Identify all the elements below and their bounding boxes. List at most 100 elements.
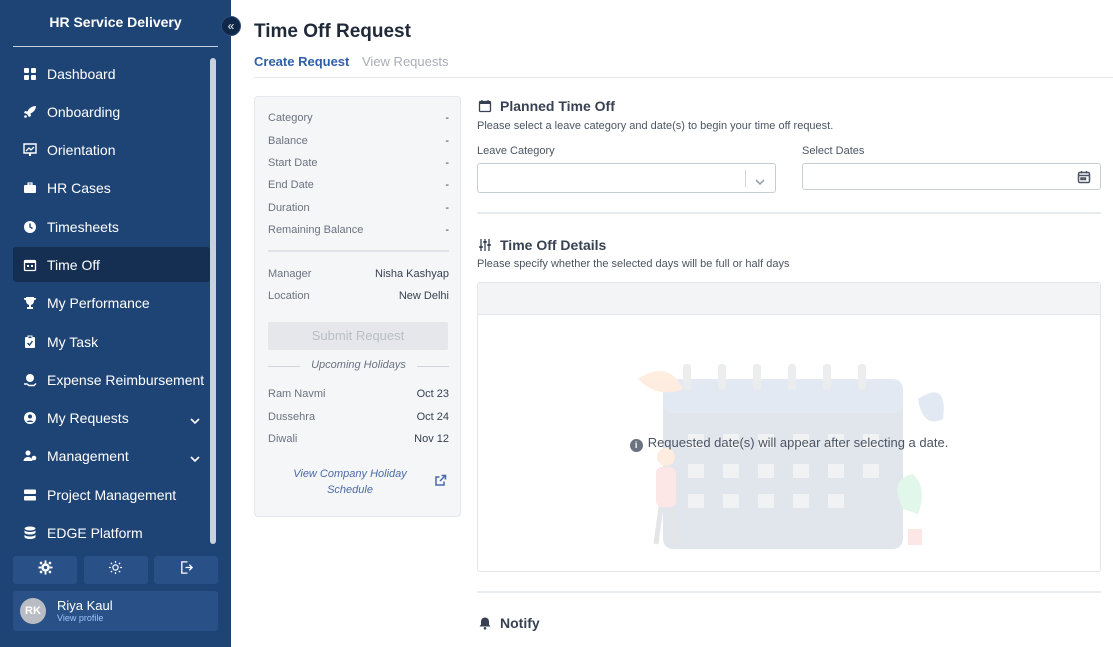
sidebar-item-label: Time Off	[47, 256, 100, 273]
dashboard-icon	[23, 67, 37, 81]
sidebar-scrollbar[interactable]	[210, 58, 216, 544]
sidebar-item-my-task[interactable]: My Task	[13, 324, 210, 359]
summary-divider	[268, 250, 449, 252]
double-chevron-left-icon: «	[227, 19, 235, 33]
summary-row-start-date: Start Date -	[268, 157, 449, 169]
sidebar-item-dashboard[interactable]: Dashboard	[13, 56, 210, 91]
gear-icon	[37, 560, 53, 580]
logout-button[interactable]	[154, 556, 218, 584]
sidebar-item-label: My Performance	[47, 295, 150, 312]
brand-title: HR Service Delivery	[49, 14, 182, 30]
select-separator	[745, 170, 746, 187]
holiday-divider-right	[417, 366, 449, 367]
sidebar-item-timesheets[interactable]: Timesheets	[13, 209, 210, 244]
sidebar-item-my-requests[interactable]: My Requests	[13, 401, 210, 436]
chevron-down-icon	[755, 174, 765, 186]
summary-row-category: Category -	[268, 112, 449, 124]
sliders-icon	[478, 238, 492, 252]
sun-icon	[108, 560, 123, 580]
empty-state-text: Requested date(s) will appear after sele…	[647, 435, 949, 450]
sidebar: HR Service Delivery Dashboard Onboarding…	[0, 0, 231, 647]
chevron-down-icon	[190, 413, 200, 424]
calendar-icon	[478, 99, 492, 113]
sidebar-item-label: Project Management	[47, 486, 177, 503]
sidebar-item-expense-reimbursement[interactable]: Expense Reimbursement	[13, 362, 210, 397]
details-table-header	[478, 283, 1100, 315]
holiday-schedule-link[interactable]: View Company Holiday Schedule	[275, 466, 425, 498]
holiday-row: Dussehra Oct 24	[268, 411, 449, 423]
sidebar-item-time-off[interactable]: Time Off	[13, 247, 210, 283]
bell-icon	[478, 616, 492, 630]
app-root: HR Service Delivery Dashboard Onboarding…	[0, 0, 1113, 647]
user-profile[interactable]: RK Riya Kaul View profile	[13, 591, 218, 631]
clock-icon	[23, 220, 37, 234]
sidebar-item-management[interactable]: Management	[13, 439, 210, 474]
planned-time-off-subtitle: Please select a leave category and date(…	[477, 120, 834, 132]
sidebar-item-label: Dashboard	[47, 65, 116, 82]
trophy-icon	[23, 296, 37, 310]
calendar-icon	[23, 258, 37, 272]
sidebar-toolbar	[13, 556, 218, 584]
summary-row-location: Location New Delhi	[268, 290, 449, 302]
sidebar-item-label: Onboarding	[47, 103, 121, 120]
sidebar-item-label: My Requests	[47, 410, 129, 427]
external-link-icon[interactable]	[434, 474, 447, 487]
planned-time-off-heading: Planned Time Off	[500, 98, 615, 114]
database-icon	[23, 526, 37, 540]
sidebar-item-edge-platform[interactable]: EDGE Platform	[13, 516, 210, 551]
tabs-divider	[254, 77, 1113, 78]
tab-view-requests[interactable]: View Requests	[362, 54, 448, 69]
calendar-icon[interactable]	[1077, 170, 1091, 184]
sidebar-item-onboarding[interactable]: Onboarding	[13, 94, 210, 129]
sidebar-nav: Dashboard Onboarding Orientation HR Case…	[13, 56, 210, 554]
section-divider	[477, 212, 1101, 214]
main-content: Time Off Request Create Request View Req…	[231, 0, 1113, 647]
time-off-details-table: i Requested date(s) will appear after sel…	[477, 282, 1101, 572]
chart-board-icon	[23, 143, 37, 157]
sidebar-item-hr-cases[interactable]: HR Cases	[13, 171, 210, 206]
theme-toggle-button[interactable]	[83, 556, 148, 584]
leave-category-label: Leave Category	[477, 145, 555, 157]
settings-button[interactable]	[13, 556, 77, 584]
summary-row-duration: Duration -	[268, 202, 449, 214]
tab-create-request[interactable]: Create Request	[254, 54, 349, 69]
avatar: RK	[20, 598, 46, 624]
submit-request-button[interactable]: Submit Request	[268, 322, 448, 350]
sidebar-item-label: EDGE Platform	[47, 525, 143, 542]
sidebar-item-project-management[interactable]: Project Management	[13, 477, 210, 512]
holiday-row: Diwali Nov 12	[268, 433, 449, 445]
briefcase-icon	[23, 181, 37, 195]
logout-icon	[179, 560, 194, 580]
time-off-details-subtitle: Please specify whether the selected days…	[477, 258, 790, 270]
empty-state-message: i Requested date(s) will appear after sel…	[478, 435, 1100, 452]
server-icon	[23, 488, 37, 502]
sidebar-item-orientation[interactable]: Orientation	[13, 133, 210, 168]
user-circle-icon	[23, 411, 37, 425]
summary-row-manager: Manager Nisha Kashyap	[268, 268, 449, 280]
holiday-row: Ram Navmi Oct 23	[268, 388, 449, 400]
summary-row-remaining-balance: Remaining Balance -	[268, 224, 449, 236]
page-title: Time Off Request	[254, 21, 411, 42]
profile-name: Riya Kaul	[57, 598, 113, 613]
select-dates-label: Select Dates	[802, 145, 865, 157]
summary-row-balance: Balance -	[268, 135, 449, 147]
view-profile-link[interactable]: View profile	[57, 613, 103, 623]
sidebar-item-label: HR Cases	[47, 180, 111, 197]
select-dates-input[interactable]	[802, 163, 1101, 190]
upcoming-holidays-heading: Upcoming Holidays	[311, 359, 406, 371]
request-summary-card: Category - Balance - Start Date - End Date -…	[254, 96, 461, 517]
clipboard-icon	[23, 335, 37, 349]
sidebar-item-label: Expense Reimbursement	[47, 371, 205, 388]
info-icon: i	[629, 439, 643, 452]
sidebar-item-my-performance[interactable]: My Performance	[13, 286, 210, 321]
sidebar-item-label: My Task	[47, 333, 99, 350]
collapse-sidebar-button[interactable]: «	[221, 16, 241, 36]
sidebar-item-label: Orientation	[47, 142, 116, 159]
users-cog-icon	[23, 449, 37, 463]
summary-row-end-date: End Date -	[268, 179, 449, 191]
rocket-icon	[23, 105, 37, 119]
sidebar-item-label: Management	[47, 448, 129, 465]
time-off-details-heading: Time Off Details	[500, 237, 607, 253]
leave-category-select[interactable]	[477, 163, 776, 193]
brand-divider	[13, 46, 218, 47]
